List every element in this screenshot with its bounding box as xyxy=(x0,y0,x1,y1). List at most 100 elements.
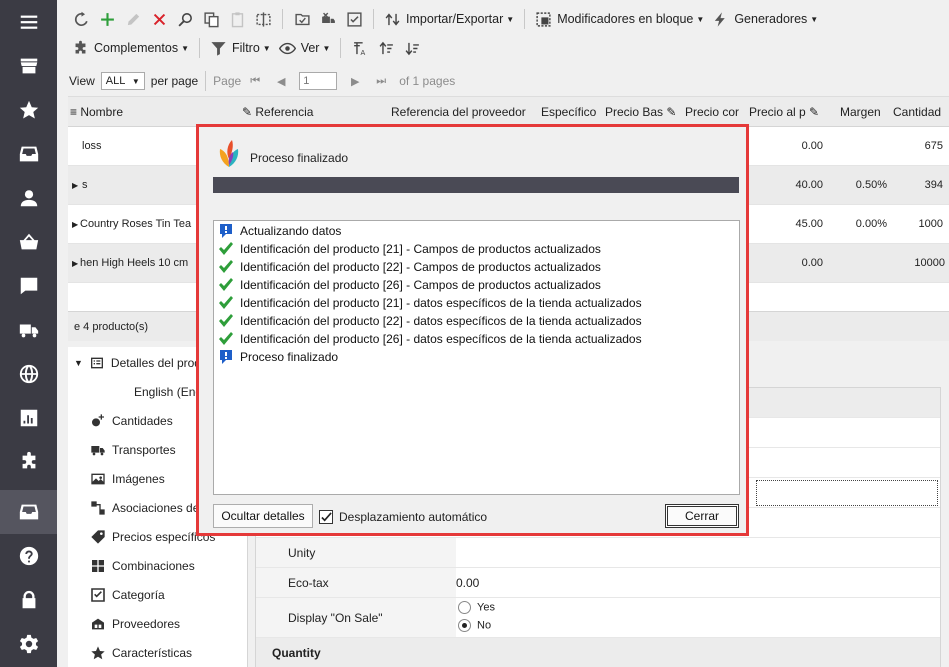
per-page-label: per page xyxy=(150,74,199,88)
clipboard-icon xyxy=(231,11,243,27)
mark-button[interactable] xyxy=(290,7,314,31)
filter-icon xyxy=(211,41,226,56)
copy-button[interactable] xyxy=(199,7,223,31)
close-button[interactable]: Cerrar xyxy=(665,504,739,528)
import-export-label: Importar/Exportar xyxy=(406,12,504,26)
chevron-down-icon: ▼ xyxy=(506,14,515,24)
cell-margin: 0.50% xyxy=(855,179,887,191)
hide-details-button[interactable]: Ocultar detalles xyxy=(213,504,313,528)
tree-item-images[interactable]: Imágenes xyxy=(90,469,165,489)
sort-alpha-button[interactable]: A xyxy=(348,36,372,60)
sort-asc-button[interactable] xyxy=(374,36,398,60)
tree-item-features[interactable]: Características xyxy=(90,643,192,663)
tree-item-label: Cantidades xyxy=(112,414,173,428)
validate-button[interactable] xyxy=(342,7,366,31)
chart-icon[interactable] xyxy=(0,396,57,440)
column-header[interactable]: Específico xyxy=(541,105,596,119)
radio-yes[interactable]: Yes xyxy=(458,601,495,614)
tree-item-category[interactable]: Categoría xyxy=(90,585,165,605)
column-header[interactable]: Precio cor xyxy=(685,105,739,119)
puzzle-icon[interactable] xyxy=(0,440,57,484)
column-header[interactable]: Margen xyxy=(840,105,881,119)
log-list[interactable]: Actualizando datos Identificación del pr… xyxy=(213,220,740,495)
tree-item-details[interactable]: ▼ Detalles del prod xyxy=(74,353,201,373)
tree-item-label: Categoría xyxy=(112,588,165,602)
per-page-select[interactable]: ALL ▼ xyxy=(100,72,145,90)
column-header[interactable]: ✎ Referencia xyxy=(242,105,313,119)
globe-icon[interactable] xyxy=(0,352,57,396)
chevron-down-icon: ▼ xyxy=(181,43,189,53)
on-sale-label: Display "On Sale" xyxy=(288,611,383,625)
generators-button[interactable]: Generadores ▼ xyxy=(709,7,821,31)
page-number-input[interactable] xyxy=(299,72,338,90)
first-page-icon[interactable]: ⏮ xyxy=(243,69,267,93)
copy-icon xyxy=(203,11,219,27)
search-button[interactable] xyxy=(173,7,197,31)
focused-field[interactable] xyxy=(756,480,938,506)
truck-icon[interactable] xyxy=(0,308,57,352)
tree-item-combinations[interactable]: Combinaciones xyxy=(90,556,195,576)
tree-item-associations[interactable]: Asociaciones de xyxy=(90,498,199,518)
chevron-down-icon: ▼ xyxy=(131,76,140,86)
tree-item-label: English (Eng xyxy=(134,385,203,399)
edit-button[interactable] xyxy=(121,7,145,31)
check-icon xyxy=(219,295,233,309)
last-page-icon[interactable]: ⏭ xyxy=(369,69,393,93)
row-expand-icon[interactable]: ▶ xyxy=(72,220,78,229)
row-expand-icon[interactable]: ▶ xyxy=(72,181,78,190)
list-icon xyxy=(90,357,103,369)
tree-item-transport[interactable]: Transportes xyxy=(90,440,176,460)
message-icon[interactable] xyxy=(0,264,57,308)
select-icon xyxy=(255,11,271,27)
prop-row-ecotax[interactable]: Eco-tax 0.00 xyxy=(256,568,940,598)
grid-header: ≡ Nombre ✎ Referencia Referencia del pro… xyxy=(68,97,949,127)
check-icon xyxy=(219,259,233,273)
row-expand-icon[interactable]: ▶ xyxy=(72,259,78,268)
next-page-icon[interactable]: ▶ xyxy=(343,69,367,93)
sort-desc-button[interactable] xyxy=(400,36,424,60)
basket-icon[interactable] xyxy=(0,220,57,264)
page-label: Page xyxy=(213,74,242,88)
column-header[interactable]: Precio Bas ✎ xyxy=(605,105,676,119)
cell-qty: 675 xyxy=(924,140,943,152)
cell-price: 45.00 xyxy=(795,218,823,230)
add-button[interactable] xyxy=(95,7,119,31)
hamburger-menu-icon[interactable] xyxy=(0,0,57,44)
delete-button[interactable] xyxy=(147,7,171,31)
radio-no[interactable]: No xyxy=(458,619,491,632)
toolbar-separator xyxy=(373,9,374,29)
refresh-button[interactable] xyxy=(69,7,93,31)
star-icon[interactable] xyxy=(0,88,57,132)
column-header[interactable]: ≡ Nombre xyxy=(70,105,123,119)
log-item: Identificación del producto [26] - datos… xyxy=(218,330,642,347)
tree-item-quantities[interactable]: Cantidades xyxy=(90,411,173,431)
lock-icon[interactable] xyxy=(0,578,57,622)
prop-row-unity[interactable]: Unity xyxy=(256,538,940,568)
column-header[interactable]: Referencia del proveedor xyxy=(391,105,526,119)
inbox-icon[interactable] xyxy=(0,132,57,176)
image-icon xyxy=(91,473,105,485)
import-export-button[interactable]: Importar/Exportar ▼ xyxy=(381,7,517,31)
column-header[interactable]: Cantidad xyxy=(893,105,941,119)
prop-row-on-sale: Display "On Sale" Yes No xyxy=(256,598,940,638)
filter-button[interactable]: Filtro ▼ xyxy=(207,36,274,60)
help-icon[interactable] xyxy=(0,534,57,578)
prev-page-icon[interactable]: ◀ xyxy=(269,69,293,93)
checklist-icon xyxy=(346,11,362,27)
bulk-modifiers-button[interactable]: Modificadores en bloque ▼ xyxy=(532,7,707,31)
user-icon[interactable] xyxy=(0,176,57,220)
unmark-button[interactable] xyxy=(316,7,340,31)
autoscroll-checkbox[interactable]: Desplazamiento automático xyxy=(319,510,487,524)
store-icon[interactable] xyxy=(0,44,57,88)
select-button[interactable] xyxy=(251,7,275,31)
products-icon[interactable] xyxy=(0,490,57,534)
cell-qty: 394 xyxy=(924,179,943,191)
column-header[interactable]: Precio al p ✎ xyxy=(749,105,819,119)
paste-button[interactable] xyxy=(225,7,249,31)
tree-item-suppliers[interactable]: Proveedores xyxy=(90,614,180,634)
addons-button[interactable]: Complementos ▼ xyxy=(69,36,192,60)
generators-label: Generadores xyxy=(734,12,808,26)
gear-icon[interactable] xyxy=(0,622,57,666)
tree-item-language[interactable]: English (Eng xyxy=(134,382,202,402)
view-button[interactable]: Ver ▼ xyxy=(276,36,334,60)
